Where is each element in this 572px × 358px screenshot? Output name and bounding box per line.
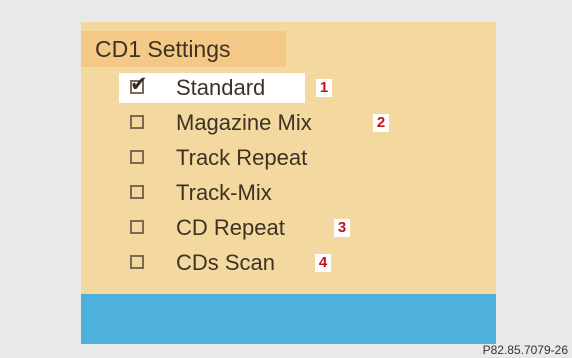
callout-marker: 1 (316, 79, 332, 97)
list-item-label: Magazine Mix (176, 110, 312, 135)
checkbox-icon[interactable] (130, 255, 144, 269)
list-item-cds-scan[interactable]: CDs Scan 4 (81, 248, 496, 278)
checkbox-icon[interactable] (130, 185, 144, 199)
list-item-label: Track-Mix (176, 180, 272, 205)
callout-marker: 2 (373, 114, 389, 132)
list-item-label: CDs Scan (176, 250, 276, 275)
list-item-label: Standard (176, 75, 266, 100)
list-item-label: Track Repeat (176, 145, 308, 170)
checkbox-icon[interactable] (130, 150, 144, 164)
list-item-magazine-mix[interactable]: Magazine Mix 2 (81, 108, 496, 138)
checkbox-icon[interactable] (130, 220, 144, 234)
cd-settings-screen: CD1 Settings ✔ Standard 1 Magazine Mix 2… (81, 22, 496, 344)
screen-title: CD1 Settings (81, 31, 286, 67)
list-item-label: CD Repeat (176, 215, 285, 240)
callout-marker: 3 (334, 219, 350, 237)
list-item-cd-repeat[interactable]: CD Repeat 3 (81, 213, 496, 243)
list-item-standard[interactable]: ✔ Standard 1 (81, 73, 496, 103)
list-item-track-repeat[interactable]: Track Repeat (81, 143, 496, 173)
figure-caption: P82.85.7079-26 (482, 343, 568, 357)
checkmark-icon: ✔ (130, 72, 148, 96)
checkbox-icon[interactable] (130, 115, 144, 129)
callout-marker: 4 (315, 254, 331, 272)
checkbox-icon[interactable]: ✔ (130, 74, 148, 95)
list-item-track-mix[interactable]: Track-Mix (81, 178, 496, 208)
status-bar (81, 294, 496, 344)
